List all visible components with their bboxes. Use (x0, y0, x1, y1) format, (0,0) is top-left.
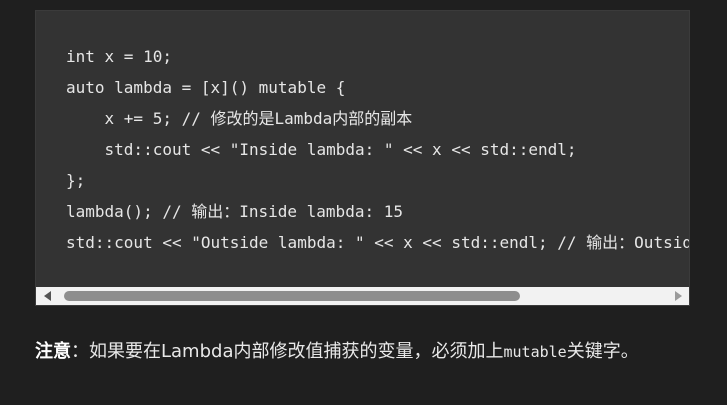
code-line: x += 5; // 修改的是Lambda内部的副本 (66, 109, 413, 128)
note-paragraph: 注意：如果要在Lambda内部修改值捕获的变量，必须加上mutable关键字。 (35, 338, 685, 366)
code-content: int x = 10; auto lambda = [x]() mutable {… (66, 41, 689, 258)
code-scroll-area[interactable]: int x = 10; auto lambda = [x]() mutable {… (36, 11, 689, 287)
code-line: int x = 10; (66, 47, 172, 66)
note-label: 注意 (35, 341, 71, 362)
scrollbar-thumb[interactable] (64, 291, 520, 301)
horizontal-scrollbar[interactable] (36, 287, 689, 305)
code-line: }; (66, 171, 86, 190)
scroll-left-button[interactable] (39, 287, 55, 305)
code-line: auto lambda = [x]() mutable { (66, 78, 346, 97)
code-line: std::cout << "Inside lambda: " << x << s… (66, 140, 577, 159)
triangle-right-icon (674, 291, 682, 301)
inline-code: mutable (503, 343, 567, 361)
note-text: ：如果要在Lambda内部修改值捕获的变量，必须加上 (71, 341, 504, 362)
code-line: lambda(); // 输出：Inside lambda: 15 (66, 202, 403, 221)
code-block: int x = 10; auto lambda = [x]() mutable {… (35, 10, 690, 306)
note-text-end: 关键字。 (566, 341, 639, 362)
scrollbar-track[interactable] (56, 287, 669, 305)
code-line: std::cout << "Outside lambda: " << x << … (66, 233, 689, 252)
triangle-left-icon (43, 291, 51, 301)
scroll-right-button[interactable] (670, 287, 686, 305)
